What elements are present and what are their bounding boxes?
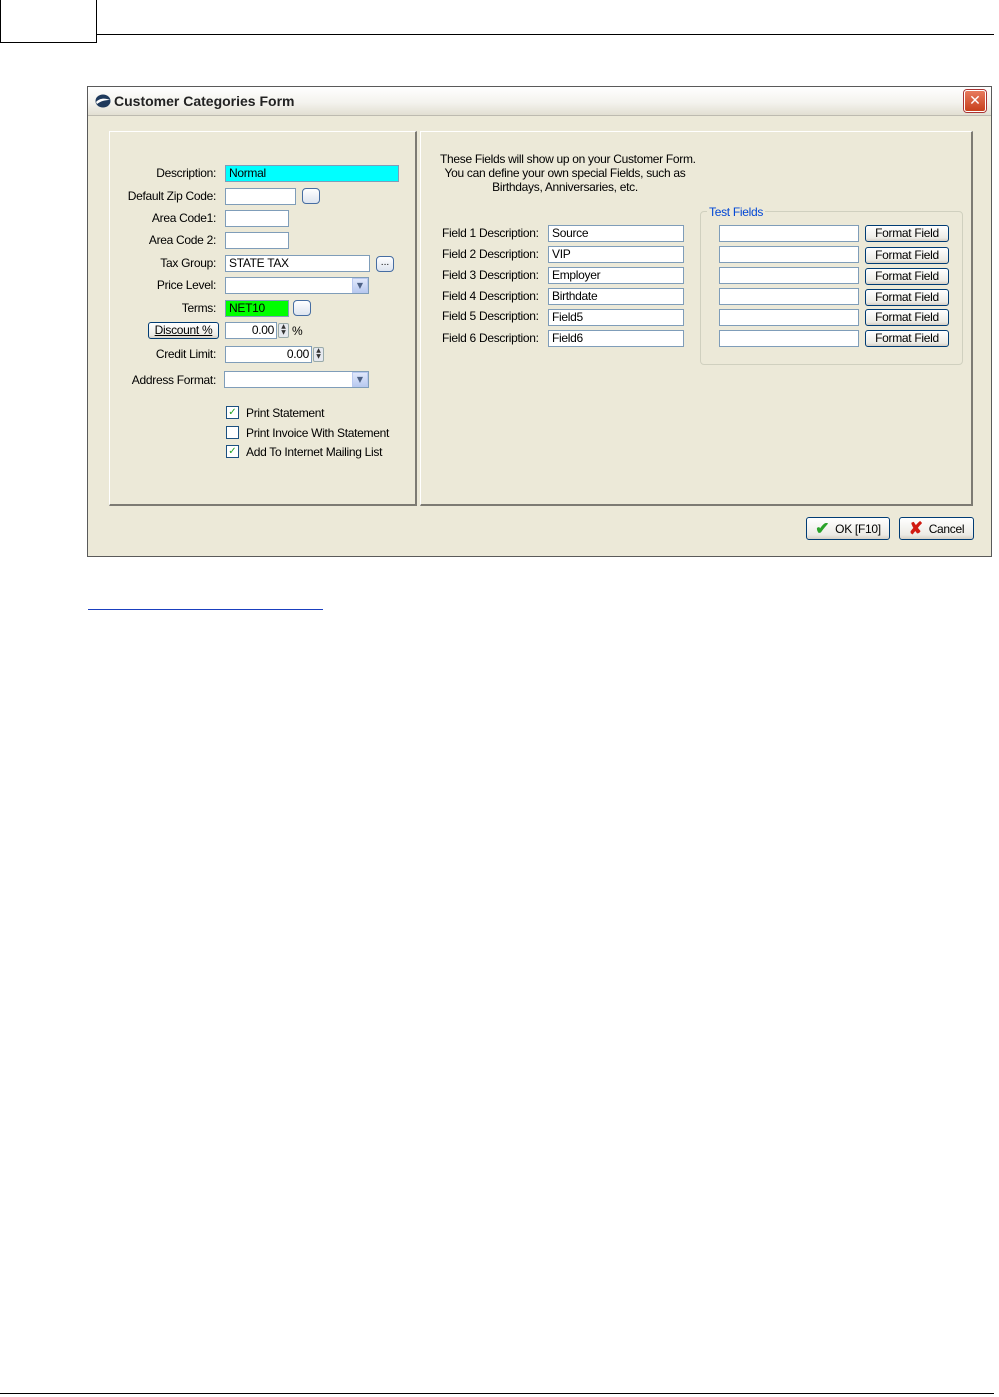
format-field5-button[interactable]: Format Field bbox=[865, 309, 949, 326]
field1-label: Field 1 Description: bbox=[442, 226, 539, 240]
area-code1-input[interactable] bbox=[225, 210, 289, 227]
field2-input[interactable]: VIP bbox=[548, 246, 684, 263]
ok-button[interactable]: ✔ OK [F10] bbox=[806, 517, 890, 540]
tax-group-lookup-button[interactable]: ... bbox=[376, 256, 394, 272]
chevron-down-icon[interactable]: ▼ bbox=[352, 372, 368, 387]
footer-rule bbox=[0, 1393, 994, 1394]
credit-limit-spinner[interactable]: ▲ ▼ bbox=[313, 347, 324, 362]
format-field6-button[interactable]: Format Field bbox=[865, 330, 949, 347]
info-text-line1: These Fields will show up on your Custom… bbox=[440, 152, 696, 166]
discount-button[interactable]: Discount % bbox=[148, 322, 219, 339]
price-level-label: Price Level: bbox=[156, 278, 216, 292]
terms-label: Terms: bbox=[181, 301, 217, 315]
window-title: Customer Categories Form bbox=[114, 93, 295, 109]
description-input[interactable]: Normal bbox=[225, 165, 399, 182]
field1-input[interactable]: Source bbox=[548, 225, 684, 242]
chevron-down-icon[interactable]: ▼ bbox=[352, 278, 368, 293]
mailing-list-label: Add To Internet Mailing List bbox=[246, 445, 383, 459]
info-text-line2: You can define your own special Fields, … bbox=[444, 166, 686, 180]
close-icon: ✘ bbox=[908, 519, 923, 538]
page-number-box bbox=[0, 0, 97, 43]
description-label: Description: bbox=[156, 166, 216, 180]
test-field4-input[interactable] bbox=[719, 288, 859, 305]
credit-limit-label: Credit Limit: bbox=[155, 347, 216, 361]
terms-input[interactable]: NET10 bbox=[225, 300, 289, 317]
area-code2-label: Area Code 2: bbox=[148, 233, 216, 247]
cancel-button[interactable]: ✘ Cancel bbox=[899, 517, 974, 540]
price-level-select[interactable] bbox=[225, 277, 369, 294]
format-field3-button[interactable]: Format Field bbox=[865, 268, 949, 285]
spin-down-icon: ▼ bbox=[316, 353, 321, 360]
close-button[interactable]: ✕ bbox=[964, 90, 986, 112]
credit-limit-input[interactable]: 0.00 bbox=[225, 346, 312, 363]
info-text-line3: Birthdays, Anniversaries, etc. bbox=[492, 180, 638, 194]
tax-group-input[interactable]: STATE TAX bbox=[225, 255, 370, 272]
check-icon: ✔ bbox=[815, 519, 830, 538]
zip-lookup-button[interactable] bbox=[302, 188, 320, 204]
field3-input[interactable]: Employer bbox=[548, 267, 684, 284]
tax-group-label: Tax Group: bbox=[160, 256, 216, 270]
zip-code-input[interactable] bbox=[225, 188, 296, 205]
discount-input[interactable]: 0.00 bbox=[225, 322, 277, 339]
field5-input[interactable]: Field5 bbox=[548, 309, 684, 326]
cancel-button-label: Cancel bbox=[928, 521, 965, 536]
percent-sign: % bbox=[292, 324, 303, 338]
field6-input[interactable]: Field6 bbox=[548, 330, 684, 347]
discount-spinner[interactable]: ▲ ▼ bbox=[278, 323, 289, 338]
terms-lookup-button[interactable] bbox=[293, 300, 311, 316]
field5-label: Field 5 Description: bbox=[442, 309, 539, 323]
address-format-select[interactable] bbox=[224, 371, 369, 388]
area-code2-input[interactable] bbox=[225, 232, 289, 249]
format-field4-button[interactable]: Format Field bbox=[865, 289, 949, 306]
print-statement-label: Print Statement bbox=[246, 406, 325, 420]
address-format-label: Address Format: bbox=[131, 373, 217, 387]
spin-down-icon: ▼ bbox=[281, 329, 286, 336]
test-field6-input[interactable] bbox=[719, 330, 859, 347]
field3-label: Field 3 Description: bbox=[442, 268, 539, 282]
field6-label: Field 6 Description: bbox=[442, 331, 539, 345]
test-fields-title: Test Fields bbox=[707, 205, 766, 219]
header-rule bbox=[97, 34, 994, 35]
test-field5-input[interactable] bbox=[719, 309, 859, 326]
area-code1-label: Area Code1: bbox=[151, 211, 216, 225]
ok-button-label: OK [F10] bbox=[835, 521, 881, 536]
test-field2-input[interactable] bbox=[719, 246, 859, 263]
zip-code-label: Default Zip Code: bbox=[127, 189, 217, 203]
print-invoice-checkbox[interactable] bbox=[226, 426, 239, 439]
print-statement-checkbox[interactable]: ✓ bbox=[226, 406, 239, 419]
test-field3-input[interactable] bbox=[719, 267, 859, 284]
mailing-list-checkbox[interactable]: ✓ bbox=[226, 445, 239, 458]
test-field1-input[interactable] bbox=[719, 225, 859, 242]
field4-input[interactable]: Birthdate bbox=[548, 288, 684, 305]
field4-label: Field 4 Description: bbox=[442, 289, 539, 303]
format-field2-button[interactable]: Format Field bbox=[865, 247, 949, 264]
print-invoice-label: Print Invoice With Statement bbox=[246, 426, 389, 440]
document-link-underline[interactable] bbox=[88, 609, 323, 610]
field2-label: Field 2 Description: bbox=[442, 247, 539, 261]
format-field1-button[interactable]: Format Field bbox=[865, 225, 949, 242]
app-logo-icon bbox=[95, 94, 111, 108]
discount-button-label: Discount % bbox=[154, 323, 213, 337]
